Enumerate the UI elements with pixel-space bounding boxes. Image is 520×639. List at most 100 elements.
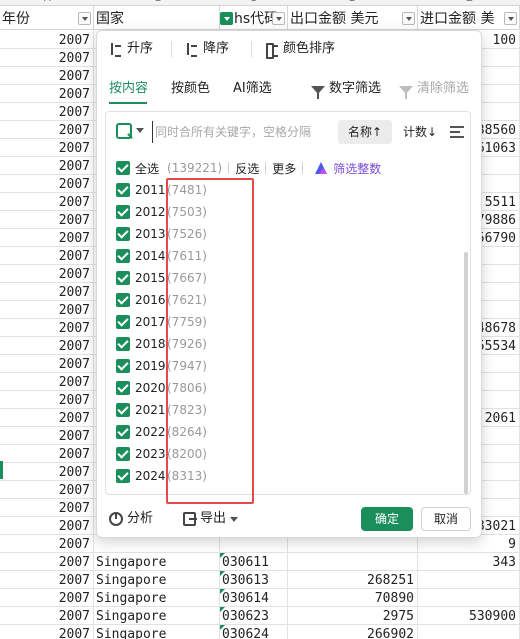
cell-code[interactable]: 030623 <box>220 607 288 625</box>
cell-year[interactable]: 2007 <box>0 31 94 49</box>
item-checkbox[interactable] <box>116 403 130 417</box>
chevron-down-icon[interactable] <box>136 128 144 133</box>
analyze-button[interactable]: 分析 <box>109 509 153 529</box>
filter-dropdown-icon[interactable] <box>402 12 415 25</box>
item-checkbox[interactable] <box>116 359 130 373</box>
cell-year[interactable]: 2007 <box>0 427 94 445</box>
tab-by-content[interactable]: 按内容 <box>109 77 148 101</box>
cell-year[interactable]: 2007 <box>0 409 94 427</box>
cell-year[interactable]: 2007 <box>0 571 94 589</box>
cell-code[interactable]: 030614 <box>220 589 288 607</box>
scrollbar-thumb[interactable] <box>464 252 468 494</box>
select-all-label[interactable]: 全选 <box>135 160 159 177</box>
header-cell-import[interactable]: 进口金额 美 <box>418 6 520 30</box>
cell-year[interactable]: 2007 <box>0 85 94 103</box>
cell-import[interactable] <box>418 625 520 639</box>
cell-import[interactable]: 530900 <box>418 607 520 625</box>
header-cell-export[interactable]: 出口金额 美元 <box>288 6 418 30</box>
options-icon[interactable] <box>450 126 464 138</box>
item-checkbox[interactable] <box>116 227 130 241</box>
cell-country[interactable]: Singapore <box>94 589 220 607</box>
item-checkbox[interactable] <box>116 205 130 219</box>
cell-year[interactable]: 2007 <box>0 265 94 283</box>
item-checkbox[interactable] <box>116 425 130 439</box>
select-all-checkbox[interactable] <box>116 161 130 175</box>
cell-year[interactable]: 2007 <box>0 553 94 571</box>
cell-year[interactable]: 2007 <box>0 121 94 139</box>
cell-year[interactable]: 2007 <box>0 319 94 337</box>
tab-by-color[interactable]: 按颜色 <box>171 77 210 101</box>
item-checkbox[interactable] <box>116 447 130 461</box>
cell-export[interactable]: 266902 <box>288 625 418 639</box>
sort-by-name-button[interactable]: 名称↑ <box>338 120 392 144</box>
invert-selection-link[interactable]: 反选 <box>235 160 259 177</box>
cell-country[interactable]: Singapore <box>94 553 220 571</box>
tab-ai-filter[interactable]: AI筛选 <box>233 77 272 101</box>
cell-code[interactable]: 030624 <box>220 625 288 639</box>
filter-dropdown-icon[interactable] <box>504 12 517 25</box>
cell-import[interactable] <box>418 571 520 589</box>
number-filter-button[interactable]: 数字筛选 <box>311 77 381 101</box>
cell-year[interactable]: 2007 <box>0 301 94 319</box>
item-checkbox[interactable] <box>116 183 130 197</box>
cell-year[interactable]: 2007 <box>0 67 94 85</box>
cell-export[interactable]: 70890 <box>288 589 418 607</box>
clear-filter-button[interactable]: 清除筛选 <box>399 77 469 101</box>
cell-year[interactable]: 2007 <box>0 373 94 391</box>
sort-by-color-button[interactable]: 颜色排序 <box>265 39 335 59</box>
cell-year[interactable]: 2007 <box>0 607 94 625</box>
cancel-button[interactable]: 取消 <box>421 507 471 531</box>
cell-year[interactable]: 2007 <box>0 445 94 463</box>
cell-import[interactable] <box>418 589 520 607</box>
cell-year[interactable]: 2007 <box>0 337 94 355</box>
sort-ascending-button[interactable]: 升序 <box>109 39 153 59</box>
cell-year[interactable]: 2007 <box>0 157 94 175</box>
cell-country[interactable]: Singapore <box>94 625 220 639</box>
sort-descending-button[interactable]: 降序 <box>185 39 229 59</box>
item-checkbox[interactable] <box>116 293 130 307</box>
item-checkbox[interactable] <box>116 315 130 329</box>
cell-year[interactable]: 2007 <box>0 193 94 211</box>
header-cell-country[interactable]: 国家 <box>94 6 220 30</box>
cell-year[interactable]: 2007 <box>0 139 94 157</box>
filter-dropdown-icon[interactable] <box>272 12 285 25</box>
cell-year[interactable]: 2007 <box>0 283 94 301</box>
cell-year[interactable]: 2007 <box>0 229 94 247</box>
cell-export[interactable] <box>288 553 418 571</box>
cell-year[interactable]: 2007 <box>0 211 94 229</box>
cell-country[interactable]: Singapore <box>94 571 220 589</box>
item-checkbox[interactable] <box>116 271 130 285</box>
header-cell-year[interactable]: 年份 <box>0 6 94 30</box>
more-link[interactable]: 更多 <box>272 160 296 177</box>
cell-export[interactable]: 2975 <box>288 607 418 625</box>
cell-year[interactable]: 2007 <box>0 499 94 517</box>
export-button[interactable]: 导出 <box>183 509 239 529</box>
scrollbar[interactable] <box>464 252 468 494</box>
cell-year[interactable]: 2007 <box>0 49 94 67</box>
item-checkbox[interactable] <box>116 469 130 483</box>
item-checkbox[interactable] <box>116 381 130 395</box>
search-icon[interactable] <box>116 123 132 139</box>
cell-year[interactable]: 2007 <box>0 175 94 193</box>
filter-integers-link[interactable]: 筛选整数 <box>333 160 381 177</box>
confirm-button[interactable]: 确定 <box>361 507 413 531</box>
cell-year[interactable]: 2007 <box>0 463 94 481</box>
cell-export[interactable]: 268251 <box>288 571 418 589</box>
cell-year[interactable]: 2007 <box>0 391 94 409</box>
cell-import[interactable]: 343 <box>418 553 520 571</box>
item-checkbox[interactable] <box>116 249 130 263</box>
cell-year[interactable]: 2007 <box>0 103 94 121</box>
cell-year[interactable]: 2007 <box>0 589 94 607</box>
header-cell-hs-code[interactable]: hs代码 <box>220 6 288 30</box>
filter-dropdown-icon[interactable] <box>78 12 91 25</box>
filter-active-icon[interactable] <box>220 12 233 25</box>
cell-year[interactable]: 2007 <box>0 625 94 639</box>
search-input[interactable] <box>152 121 334 143</box>
cell-code[interactable]: 030613 <box>220 571 288 589</box>
cell-year[interactable]: 2007 <box>0 481 94 499</box>
cell-country[interactable]: Singapore <box>94 607 220 625</box>
cell-year[interactable]: 2007 <box>0 535 94 553</box>
cell-year[interactable]: 2007 <box>0 355 94 373</box>
sort-by-count-button[interactable]: 计数↓ <box>398 120 442 144</box>
cell-year[interactable]: 2007 <box>0 517 94 535</box>
